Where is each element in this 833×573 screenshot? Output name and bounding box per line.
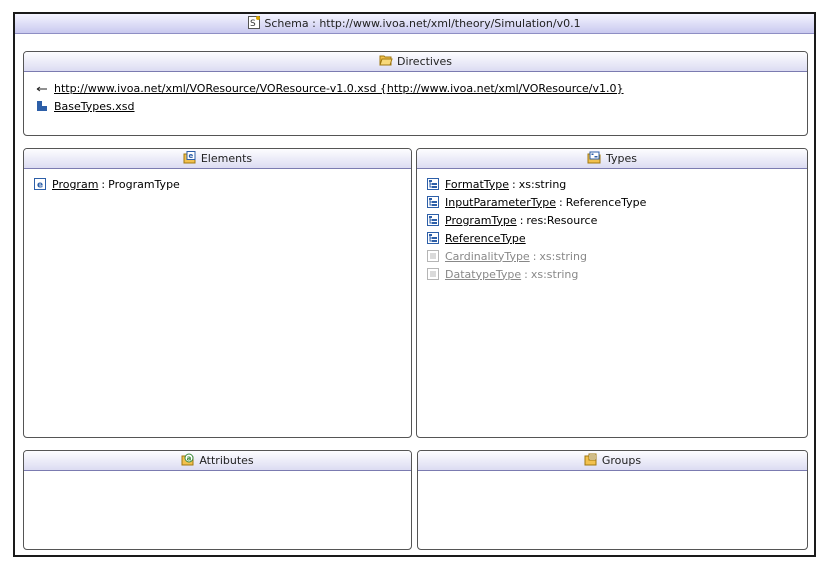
type-name[interactable]: ProgramType xyxy=(445,214,517,227)
type-row[interactable]: FormatType : xs:string xyxy=(427,175,797,193)
svg-text:e: e xyxy=(188,152,193,160)
attributes-heading: Attributes xyxy=(199,454,254,467)
groups-panel: Groups xyxy=(417,450,808,550)
types-heading: Types xyxy=(606,152,637,165)
type-row[interactable]: ReferenceType xyxy=(427,229,797,247)
directives-heading: Directives xyxy=(397,55,452,68)
directive-include-row[interactable]: BaseTypes.xsd xyxy=(36,97,795,115)
attributes-panel: a Attributes xyxy=(23,450,412,550)
complex-type-icon xyxy=(427,178,439,190)
import-icon xyxy=(36,82,48,94)
elements-panel: e Elements e Program : ProgramType xyxy=(23,148,412,438)
type-row[interactable]: CardinalityType : xs:string xyxy=(427,247,797,265)
schema-icon: S xyxy=(248,15,261,32)
type-name[interactable]: FormatType xyxy=(445,178,509,191)
svg-text:e: e xyxy=(37,181,43,191)
type-base: res:Resource xyxy=(526,213,598,227)
complex-type-icon xyxy=(427,214,439,226)
type-row[interactable]: DatatypeType : xs:string xyxy=(427,265,797,283)
type-name[interactable]: InputParameterType xyxy=(445,196,556,209)
type-name[interactable]: DatatypeType xyxy=(445,268,521,281)
groups-header: Groups xyxy=(418,451,807,471)
schema-titlebar: S Schema : http://www.ivoa.net/xml/theor… xyxy=(15,14,814,34)
directive-import-row[interactable]: http://www.ivoa.net/xml/VOResource/VORes… xyxy=(36,79,795,97)
schema-title: Schema : http://www.ivoa.net/xml/theory/… xyxy=(264,17,581,30)
directive-include-link[interactable]: BaseTypes.xsd xyxy=(54,100,135,113)
directives-header: Directives xyxy=(24,52,807,72)
element-icon: e xyxy=(34,178,46,191)
complex-type-icon xyxy=(427,232,439,244)
elements-heading: Elements xyxy=(200,152,253,165)
element-row[interactable]: e Program : ProgramType xyxy=(34,175,401,193)
attributes-header: a Attributes xyxy=(24,451,411,471)
directives-panel: Directives http://www.ivoa.net/xml/VORes… xyxy=(23,51,808,136)
element-name[interactable]: Program xyxy=(52,178,98,191)
folder-icon xyxy=(379,54,393,69)
include-icon xyxy=(36,100,48,112)
simple-type-icon xyxy=(427,250,439,262)
svg-text:S: S xyxy=(250,19,256,29)
type-base: ReferenceType xyxy=(565,195,647,209)
type-base: xs:string xyxy=(518,177,567,191)
types-panel: Types FormatType : xs:string InputParame… xyxy=(416,148,808,438)
elements-header: e Elements xyxy=(24,149,411,169)
complex-type-icon xyxy=(427,196,439,208)
directive-import-link[interactable]: http://www.ivoa.net/xml/VOResource/VORes… xyxy=(54,82,624,95)
groups-folder-icon xyxy=(584,453,598,469)
type-base: xs:string xyxy=(539,249,587,263)
type-name[interactable]: CardinalityType xyxy=(445,250,530,263)
types-header: Types xyxy=(417,149,807,169)
svg-text:a: a xyxy=(187,454,192,462)
type-base: xs:string xyxy=(530,267,579,281)
attributes-folder-icon: a xyxy=(181,453,195,469)
groups-heading: Groups xyxy=(601,454,642,467)
type-row[interactable]: ProgramType : res:Resource xyxy=(427,211,797,229)
type-name[interactable]: ReferenceType xyxy=(445,232,526,245)
elements-folder-icon: e xyxy=(183,150,197,167)
simple-type-icon xyxy=(427,268,439,280)
types-folder-icon xyxy=(587,151,602,167)
element-type: ProgramType xyxy=(108,177,180,191)
type-row[interactable]: InputParameterType : ReferenceType xyxy=(427,193,797,211)
